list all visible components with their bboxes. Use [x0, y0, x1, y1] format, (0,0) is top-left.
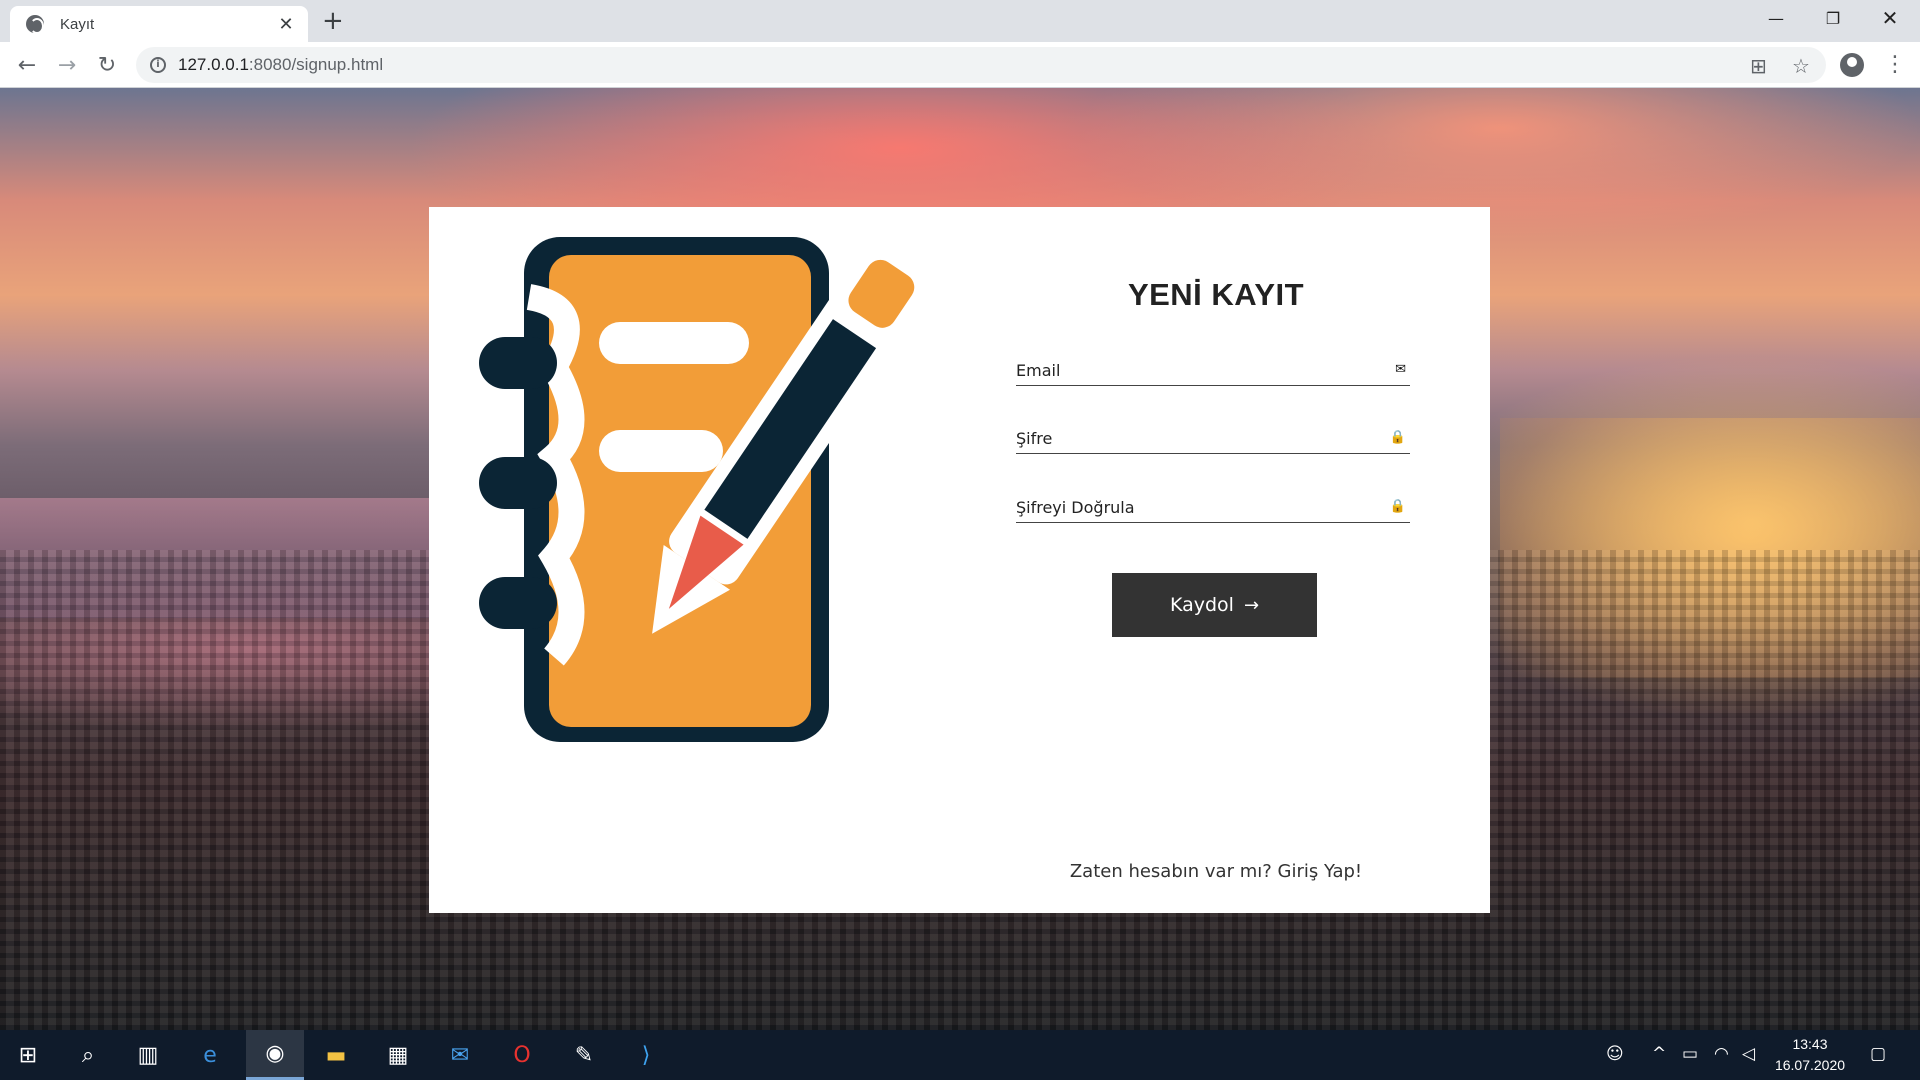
search-icon[interactable]: ⌕ — [68, 1039, 108, 1071]
tab-title: Kayıt — [60, 15, 95, 33]
paint-icon[interactable]: ✎ — [564, 1039, 604, 1071]
minimize-button[interactable]: — — [1748, 0, 1804, 36]
windows-taskbar: ⊞ ⌕ ▥ e ◉ ▬ ▦ ✉ O ✎ ⟩ ☺ ^ ▭ ◠ ◁ 13:43 16… — [0, 1030, 1920, 1080]
signup-button[interactable]: Kaydol → — [1112, 573, 1317, 637]
restore-button[interactable]: ❐ — [1805, 0, 1861, 36]
login-link[interactable]: Zaten hesabın var mı? Giriş Yap! — [1016, 861, 1416, 882]
address-bar[interactable]: i 127.0.0.1:8080/signup.html — [136, 47, 1826, 83]
form-title: YENİ KAYIT — [1127, 277, 1305, 312]
envelope-icon: ✉ — [1395, 362, 1406, 377]
chrome-icon[interactable]: ◉ — [246, 1030, 304, 1080]
wifi-icon[interactable]: ◠ — [1714, 1044, 1729, 1064]
confirm-password-field[interactable]: Şifreyi Doğrula 🔒 — [1016, 493, 1410, 523]
password-label: Şifre — [1016, 429, 1053, 448]
file-explorer-icon[interactable]: ▬ — [316, 1039, 356, 1071]
browser-menu-icon[interactable]: ⋮ — [1884, 52, 1906, 77]
arrow-right-icon: → — [1243, 594, 1260, 616]
tab-close-button[interactable]: ✕ — [276, 14, 296, 35]
url-host: 127.0.0.1 — [178, 55, 249, 74]
page-background: YENİ KAYIT Email ✉ Şifre 🔒 Şifreyi Doğru… — [0, 88, 1920, 1030]
vscode-icon[interactable]: ⟩ — [626, 1039, 666, 1071]
new-tab-button[interactable]: + — [322, 6, 344, 36]
close-window-button[interactable]: ✕ — [1862, 0, 1918, 36]
email-label: Email — [1016, 361, 1061, 380]
notebook-line-1 — [599, 322, 749, 364]
password-field[interactable]: Şifre 🔒 — [1016, 424, 1410, 454]
clock-time: 13:43 — [1792, 1036, 1828, 1052]
volume-icon[interactable]: ◁ — [1742, 1044, 1755, 1064]
battery-icon[interactable]: ▭ — [1682, 1044, 1698, 1064]
clock-date: 16.07.2020 — [1774, 1057, 1846, 1073]
notifications-icon[interactable]: ▢ — [1870, 1044, 1886, 1064]
browser-tab[interactable]: Kayıt ✕ — [10, 6, 308, 42]
notebook-ring-1 — [479, 337, 557, 389]
mail-icon[interactable]: ✉ — [440, 1039, 480, 1071]
globe-icon — [26, 15, 44, 34]
signup-card: YENİ KAYIT Email ✉ Şifre 🔒 Şifreyi Doğru… — [429, 207, 1490, 913]
notebook-ring-2 — [479, 457, 557, 509]
url-path: :8080/signup.html — [248, 55, 384, 74]
lock-icon: 🔒 — [1389, 430, 1406, 445]
windows-start-icon[interactable]: ⊞ — [8, 1039, 48, 1071]
edge-icon[interactable]: e — [190, 1039, 230, 1071]
taskbar-clock[interactable]: 13:43 16.07.2020 — [1760, 1034, 1860, 1076]
notebook-line-2 — [599, 430, 723, 472]
url-text: 127.0.0.1:8080/signup.html — [178, 55, 383, 75]
forward-button[interactable]: → — [52, 50, 82, 80]
signup-button-label: Kaydol — [1169, 594, 1234, 616]
lock-icon: 🔒 — [1389, 499, 1406, 514]
email-field[interactable]: Email ✉ — [1016, 356, 1410, 386]
browser-tab-strip: Kayıt ✕ + — ❐ ✕ — [0, 0, 1920, 42]
profile-avatar-icon[interactable] — [1840, 53, 1864, 77]
translate-icon[interactable]: ⊞ — [1750, 54, 1767, 78]
confirm-password-label: Şifreyi Doğrula — [1016, 498, 1135, 517]
back-button[interactable]: ← — [12, 50, 42, 80]
browser-toolbar: ← → ↻ i 127.0.0.1:8080/signup.html ⊞ ☆ ⋮ — [0, 42, 1920, 88]
bookmark-star-icon[interactable]: ☆ — [1792, 54, 1810, 78]
store-icon[interactable]: ▦ — [378, 1039, 418, 1071]
notebook-ring-3 — [479, 577, 557, 629]
task-view-icon[interactable]: ▥ — [128, 1039, 168, 1071]
chevron-up-icon[interactable]: ^ — [1652, 1044, 1666, 1064]
info-icon[interactable]: i — [150, 57, 166, 73]
reload-button[interactable]: ↻ — [92, 50, 122, 80]
opera-icon[interactable]: O — [502, 1039, 542, 1071]
people-icon[interactable]: ☺ — [1606, 1044, 1624, 1064]
notebook-pencil-illustration — [479, 237, 926, 742]
